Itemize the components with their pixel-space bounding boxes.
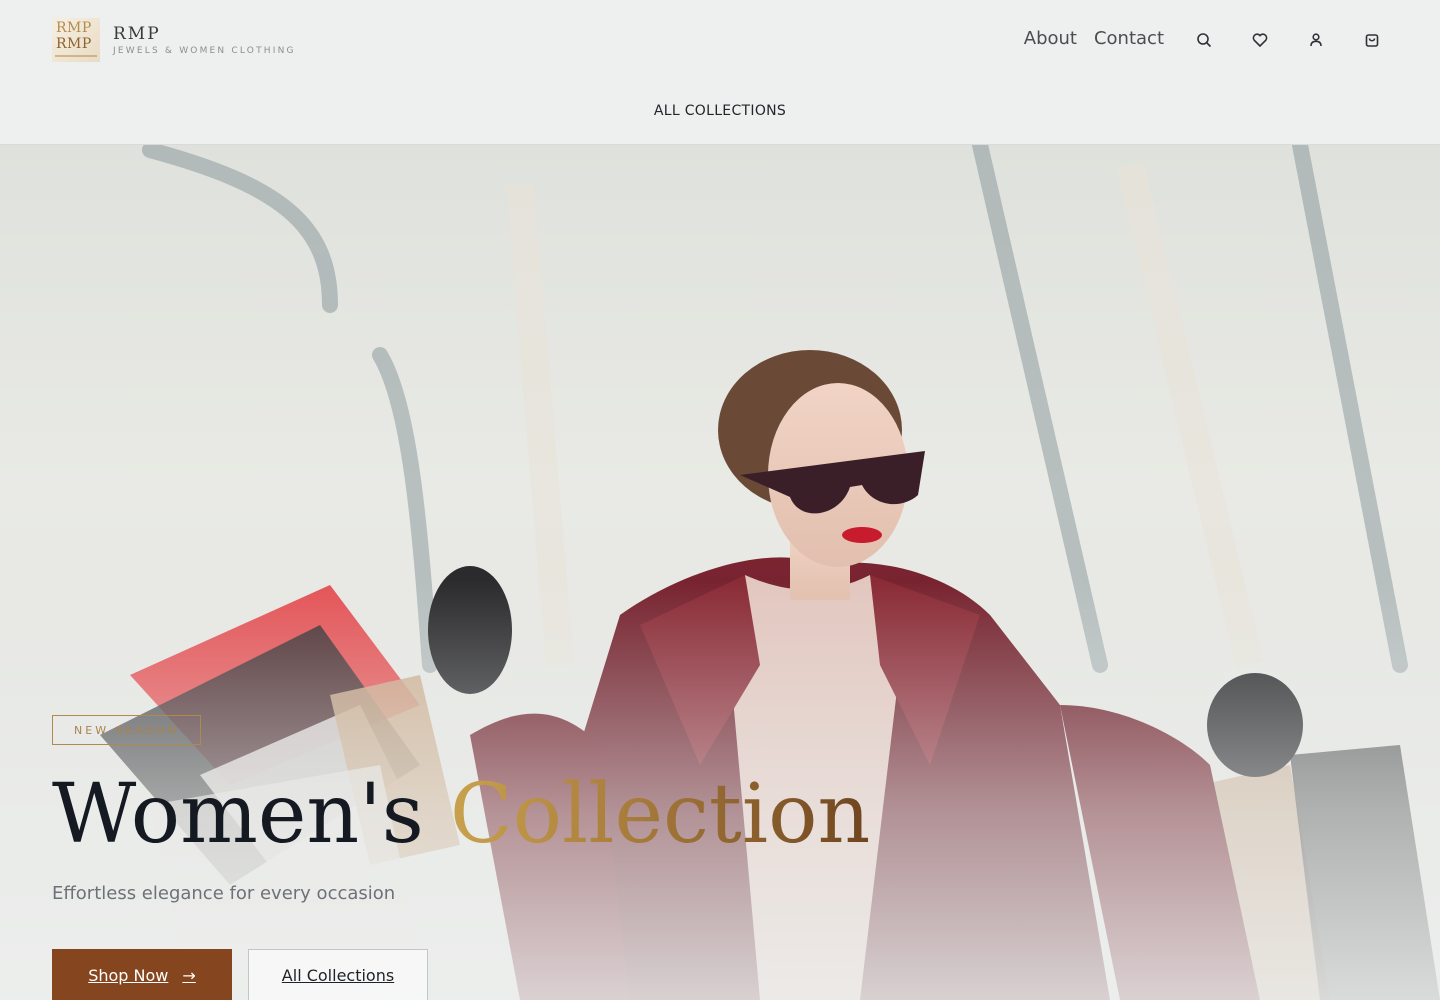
- nav-contact-link[interactable]: Contact: [1094, 28, 1164, 50]
- user-icon[interactable]: [1306, 30, 1326, 50]
- new-season-badge: NEW SEASON: [52, 715, 201, 745]
- hero-section: NEW SEASON Women's Collection Effortless…: [0, 145, 1440, 1000]
- heart-icon[interactable]: [1250, 30, 1270, 50]
- hero-title-accent: Collection: [449, 767, 871, 862]
- hero-subtitle: Effortless elegance for every occasion: [52, 883, 396, 904]
- arrow-right-icon: →: [182, 965, 196, 985]
- header-icons: [1194, 30, 1382, 50]
- brand-logo-link[interactable]: RMP RMP RMP JEWELS & WOMEN CLOTHING: [52, 18, 296, 62]
- brand-name: RMP: [113, 24, 161, 44]
- shop-now-button[interactable]: Shop Now →: [52, 949, 232, 1000]
- site-header: RMP RMP RMP JEWELS & WOMEN CLOTHING Abou…: [0, 0, 1440, 145]
- shop-now-label: Shop Now: [88, 965, 169, 985]
- sub-nav: ALL COLLECTIONS: [0, 102, 1440, 120]
- all-collections-label: All Collections: [281, 965, 395, 985]
- nav-all-collections-link[interactable]: ALL COLLECTIONS: [654, 103, 786, 119]
- search-icon[interactable]: [1194, 30, 1214, 50]
- top-nav: About Contact: [1024, 28, 1164, 50]
- hero-title-main: Women's: [52, 767, 424, 862]
- brand-tagline: JEWELS & WOMEN CLOTHING: [113, 46, 296, 56]
- bag-icon[interactable]: [1362, 30, 1382, 50]
- all-collections-button[interactable]: All Collections: [248, 949, 428, 1000]
- brand-text: RMP JEWELS & WOMEN CLOTHING: [113, 24, 296, 56]
- brand-logo-image: RMP RMP: [52, 18, 100, 62]
- hero-title: Women's Collection: [52, 765, 870, 865]
- nav-about-link[interactable]: About: [1024, 28, 1077, 50]
